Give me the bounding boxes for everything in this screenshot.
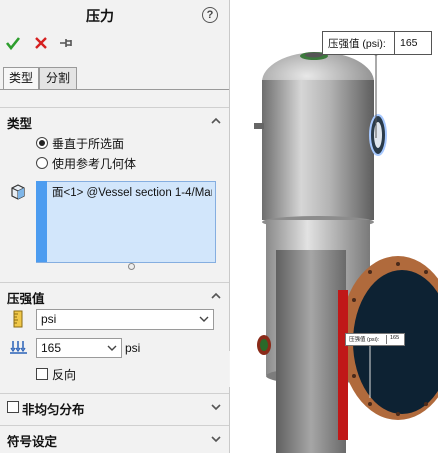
face-selection-icon: [11, 184, 25, 200]
unit-dropdown[interactable]: psi: [36, 309, 214, 330]
pressure-arrows-icon: [10, 341, 27, 354]
reverse-label: 反向: [52, 368, 77, 382]
nonuniform-section-header[interactable]: 非均匀分布: [22, 399, 85, 418]
ruler-icon: [13, 310, 23, 328]
nonuniform-checkbox[interactable]: [7, 401, 19, 413]
chevron-up-icon[interactable]: [210, 290, 222, 302]
panel-title: 压力: [86, 8, 114, 24]
divider: [0, 107, 229, 108]
tab-type[interactable]: 类型: [3, 67, 39, 90]
divider: [0, 282, 229, 283]
pressure-callout[interactable]: 压强值 (psi): 165: [322, 31, 432, 55]
pressure-callout-value: 165: [394, 32, 431, 54]
radio-normal-to-face-label: 垂直于所选面: [52, 137, 125, 151]
selection-list-active-bar: [36, 181, 47, 262]
check-icon[interactable]: [5, 35, 21, 51]
vessel-model[interactable]: [230, 0, 438, 453]
mini-callout-label: 压强值 (psi):: [349, 337, 380, 343]
chevron-down-icon: [199, 316, 209, 322]
divider: [0, 425, 229, 426]
chevron-up-icon[interactable]: [210, 115, 222, 127]
pressure-unit-label: psi: [125, 341, 141, 355]
radio-reference-geometry[interactable]: [36, 157, 48, 169]
radio-normal-to-face[interactable]: [36, 137, 48, 149]
chevron-down-icon[interactable]: [210, 401, 222, 413]
selection-list-item[interactable]: 面<1> @Vessel section 1-4/Mar: [52, 184, 212, 200]
pressure-section-header[interactable]: 压强值: [7, 288, 45, 307]
chevron-down-icon[interactable]: [210, 433, 222, 445]
divider: [0, 393, 229, 394]
reverse-checkbox[interactable]: [36, 368, 48, 380]
close-icon[interactable]: [34, 36, 48, 50]
pushpin-icon[interactable]: [58, 36, 74, 50]
help-icon[interactable]: ?: [202, 7, 218, 23]
chevron-down-icon[interactable]: [107, 344, 117, 352]
property-manager-panel: 压力 ? 类型 分割 类型 垂直于所选面 使用参考几何体 面<1> @Vesse…: [0, 0, 230, 453]
list-resize-handle[interactable]: [128, 263, 135, 270]
pressure-mini-callout[interactable]: 压强值 (psi): 165: [345, 333, 405, 346]
tab-split[interactable]: 分割: [39, 67, 77, 90]
tab-baseline: [0, 89, 229, 90]
symbol-section-header[interactable]: 符号设定: [7, 431, 57, 450]
pressure-callout-label: 压强值 (psi):: [328, 38, 386, 50]
type-section-header[interactable]: 类型: [7, 113, 32, 132]
pressure-value-text: 165: [41, 341, 62, 355]
radio-reference-geometry-label: 使用参考几何体: [52, 157, 137, 171]
unit-dropdown-value: psi: [41, 312, 57, 326]
pressure-value-input[interactable]: 165: [36, 338, 122, 358]
mini-callout-value: 165: [386, 335, 399, 344]
